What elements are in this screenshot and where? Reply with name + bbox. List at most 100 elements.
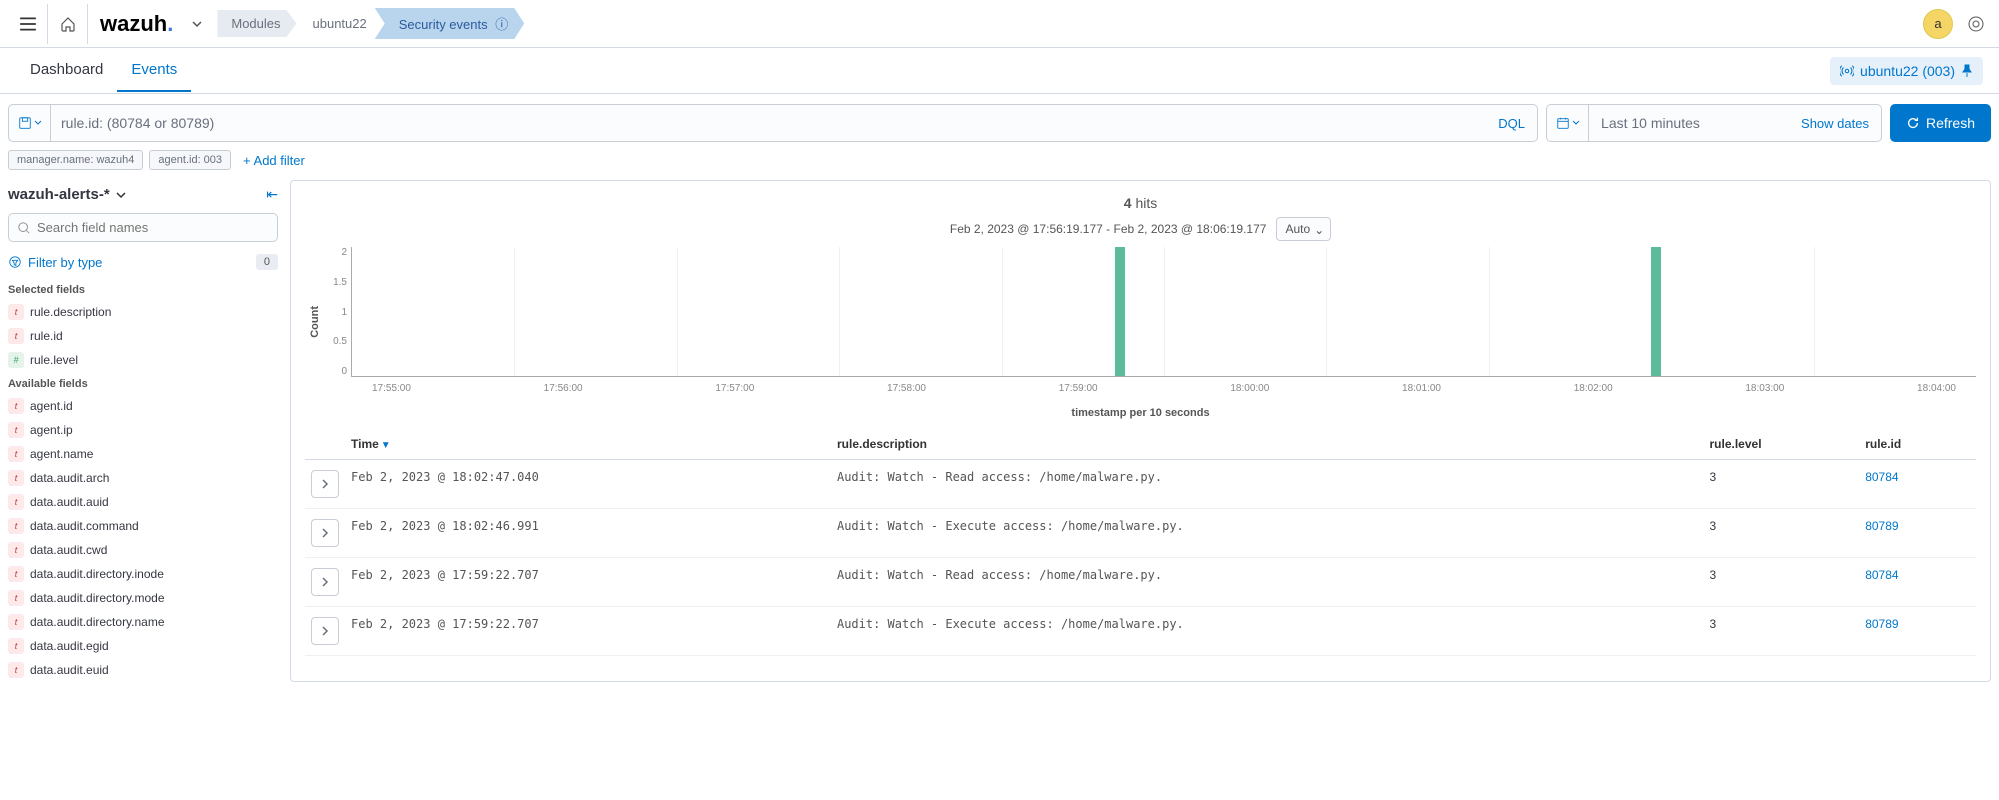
chevron-down-icon bbox=[1572, 119, 1580, 127]
chart-bar[interactable] bbox=[1651, 247, 1661, 376]
sub-tabs: Dashboard Events ubuntu22 (003) bbox=[0, 48, 1999, 94]
expand-row-button[interactable] bbox=[311, 568, 339, 596]
interval-select[interactable]: Auto ⌄ bbox=[1276, 217, 1331, 241]
cell-level: 3 bbox=[1704, 460, 1860, 509]
rule-id-link[interactable]: 80784 bbox=[1865, 470, 1898, 484]
show-dates-button[interactable]: Show dates bbox=[1789, 116, 1881, 131]
field-type-icon: t bbox=[8, 328, 24, 344]
col-rule-level[interactable]: rule.level bbox=[1704, 429, 1860, 460]
field-item[interactable]: tdata.audit.auid bbox=[8, 490, 278, 514]
y-tick: 0.5 bbox=[325, 336, 347, 347]
field-type-icon: t bbox=[8, 614, 24, 630]
disk-icon bbox=[18, 116, 32, 130]
refresh-button[interactable]: Refresh bbox=[1890, 104, 1991, 142]
field-search-input[interactable] bbox=[37, 220, 269, 235]
search-input[interactable] bbox=[51, 115, 1486, 131]
col-rule-description[interactable]: rule.description bbox=[831, 429, 1704, 460]
field-item[interactable]: tdata.audit.directory.name bbox=[8, 610, 278, 634]
field-search bbox=[8, 213, 278, 242]
expand-row-button[interactable] bbox=[311, 470, 339, 498]
field-type-icon: t bbox=[8, 638, 24, 654]
rule-id-link[interactable]: 80784 bbox=[1865, 568, 1898, 582]
field-item[interactable]: #rule.level bbox=[8, 348, 278, 372]
y-tick: 1 bbox=[325, 307, 347, 318]
field-item[interactable]: tdata.audit.command bbox=[8, 514, 278, 538]
breadcrumb-security-events[interactable]: Security events ⓘ bbox=[375, 8, 525, 39]
home-button[interactable] bbox=[48, 4, 88, 44]
chevron-right-icon bbox=[321, 626, 329, 636]
hamburger-menu-button[interactable] bbox=[8, 4, 48, 44]
hits-count: 4 hits bbox=[305, 191, 1976, 217]
chevron-down-icon: ⌄ bbox=[1314, 223, 1324, 237]
field-item[interactable]: tdata.audit.directory.mode bbox=[8, 586, 278, 610]
col-rule-id[interactable]: rule.id bbox=[1859, 429, 1976, 460]
field-name: data.audit.euid bbox=[30, 663, 109, 677]
field-item[interactable]: tdata.audit.directory.inode bbox=[8, 562, 278, 586]
filter-by-type[interactable]: Filter by type 0 bbox=[8, 250, 278, 278]
field-name: data.audit.directory.inode bbox=[30, 567, 164, 581]
expand-row-button[interactable] bbox=[311, 519, 339, 547]
breadcrumb-modules[interactable]: Modules bbox=[217, 10, 296, 37]
field-name: data.audit.auid bbox=[30, 495, 109, 509]
field-item[interactable]: tdata.audit.cwd bbox=[8, 538, 278, 562]
chart-plot[interactable]: 17:55:0017:56:0017:57:0017:58:0017:59:00… bbox=[351, 247, 1976, 377]
x-tick: 18:03:00 bbox=[1745, 383, 1784, 394]
breadcrumb-agent[interactable]: ubuntu22 bbox=[289, 10, 383, 37]
field-name: agent.name bbox=[30, 447, 93, 461]
app-switcher[interactable] bbox=[185, 18, 209, 30]
table-row: Feb 2, 2023 @ 17:59:22.707Audit: Watch -… bbox=[305, 607, 1976, 656]
field-item[interactable]: tagent.name bbox=[8, 442, 278, 466]
field-item[interactable]: tagent.id bbox=[8, 394, 278, 418]
user-avatar[interactable]: a bbox=[1923, 9, 1953, 39]
help-button[interactable] bbox=[1961, 9, 1991, 39]
chart-range: Feb 2, 2023 @ 17:56:19.177 - Feb 2, 2023… bbox=[950, 222, 1267, 236]
histogram-chart: Count 21.510.50 17:55:0017:56:0017:57:00… bbox=[305, 247, 1976, 397]
chevron-down-icon bbox=[191, 18, 203, 30]
cell-time: Feb 2, 2023 @ 17:59:22.707 bbox=[345, 607, 831, 656]
filter-chip-agent[interactable]: agent.id: 003 bbox=[149, 150, 231, 170]
x-tick: 18:01:00 bbox=[1402, 383, 1441, 394]
field-item[interactable]: tdata.audit.arch bbox=[8, 466, 278, 490]
expand-row-button[interactable] bbox=[311, 617, 339, 645]
field-item[interactable]: tagent.ip bbox=[8, 418, 278, 442]
field-name: data.audit.cwd bbox=[30, 543, 107, 557]
selected-fields-title: Selected fields bbox=[8, 278, 278, 300]
chevron-right-icon bbox=[321, 528, 329, 538]
col-time[interactable]: Time▼ bbox=[345, 429, 831, 460]
chevron-right-icon bbox=[321, 479, 329, 489]
saved-queries-button[interactable] bbox=[9, 105, 51, 141]
field-name: rule.id bbox=[30, 329, 63, 343]
time-picker-button[interactable] bbox=[1547, 105, 1589, 141]
field-name: agent.id bbox=[30, 399, 73, 413]
rule-id-link[interactable]: 80789 bbox=[1865, 617, 1898, 631]
field-type-icon: t bbox=[8, 662, 24, 678]
pin-icon[interactable] bbox=[1961, 64, 1973, 78]
sort-desc-icon: ▼ bbox=[381, 440, 391, 451]
index-pattern-selector[interactable]: wazuh-alerts-* bbox=[8, 186, 126, 203]
tab-events[interactable]: Events bbox=[117, 49, 191, 92]
content-panel: 4 hits Feb 2, 2023 @ 17:56:19.177 - Feb … bbox=[290, 180, 1991, 682]
filter-icon bbox=[8, 255, 22, 269]
chart-bar[interactable] bbox=[1115, 247, 1125, 376]
tab-dashboard[interactable]: Dashboard bbox=[16, 49, 117, 92]
lifebuoy-icon bbox=[1967, 15, 1985, 33]
logo-text: wazuh bbox=[100, 11, 167, 37]
filter-row: manager.name: wazuh4 agent.id: 003 + Add… bbox=[0, 146, 1999, 180]
rule-id-link[interactable]: 80789 bbox=[1865, 519, 1898, 533]
chevron-down-icon bbox=[116, 190, 126, 200]
field-item[interactable]: trule.description bbox=[8, 300, 278, 324]
field-name: data.audit.directory.mode bbox=[30, 591, 165, 605]
agent-badge[interactable]: ubuntu22 (003) bbox=[1830, 57, 1983, 85]
dql-toggle[interactable]: DQL bbox=[1486, 116, 1537, 131]
field-item[interactable]: t rule.id bbox=[8, 324, 278, 348]
field-item[interactable]: tdata.audit.egid bbox=[8, 634, 278, 658]
time-range-text[interactable]: Last 10 minutes bbox=[1589, 115, 1789, 131]
x-tick: 17:58:00 bbox=[887, 383, 926, 394]
add-filter-button[interactable]: + Add filter bbox=[243, 153, 305, 168]
x-tick: 17:57:00 bbox=[715, 383, 754, 394]
cell-description: Audit: Watch - Read access: /home/malwar… bbox=[831, 460, 1704, 509]
field-item[interactable]: t data.audit.euid bbox=[8, 658, 278, 682]
filter-chip-manager[interactable]: manager.name: wazuh4 bbox=[8, 150, 143, 170]
collapse-sidebar-icon[interactable]: ⇤ bbox=[266, 186, 278, 203]
y-tick: 1.5 bbox=[325, 277, 347, 288]
